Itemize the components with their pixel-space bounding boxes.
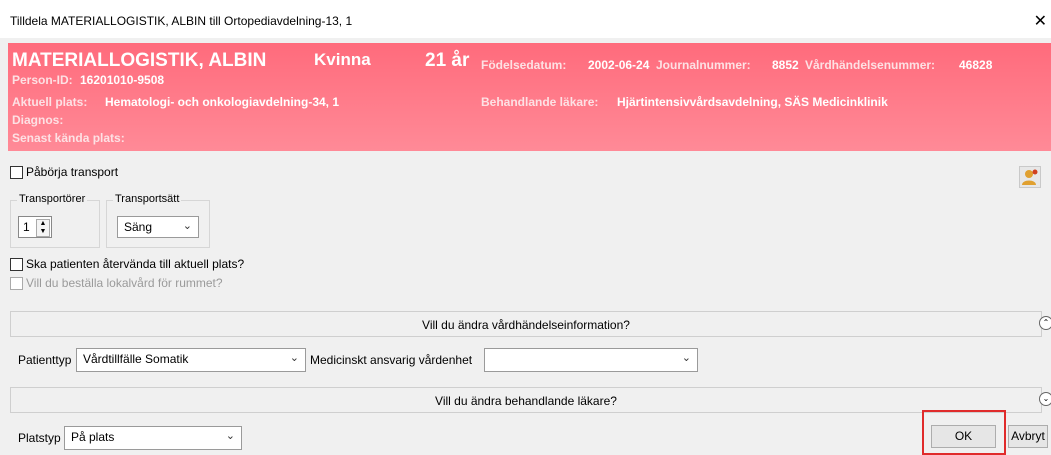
place-value: Hematologi- och onkologiavdelning-34, 1 <box>105 95 340 109</box>
chevron-down-icon: ⌄ <box>289 352 299 364</box>
return-box[interactable] <box>10 257 23 271</box>
chevron-down-icon: ⌄ <box>681 352 691 364</box>
patient-type-select[interactable]: Vårdtillfälle Somatik ⌄ <box>76 348 306 372</box>
window-title: Tilldela MATERIALLOGISTIK, ALBIN till Or… <box>10 14 353 28</box>
carriers-legend: Transportörer <box>17 193 88 205</box>
diagnosis-label: Diagnos: <box>12 113 64 127</box>
place-type-label: Platstyp <box>18 431 61 445</box>
event-value: 46828 <box>959 58 993 72</box>
patient-age: 21 år <box>425 50 470 71</box>
pid-value: 16201010-9508 <box>80 73 165 87</box>
stepper-arrows-icon[interactable]: ▲ ▼ <box>36 219 50 237</box>
start-transport-label: Påbörja transport <box>26 165 119 179</box>
dialog-content: Påbörja transport Transportörer 1 ▲ ▼ Tra… <box>8 151 1051 455</box>
patient-type-label: Patienttyp <box>18 353 72 367</box>
care-event-bar[interactable]: Vill du ändra vårdhändelseinformation? ⌃ <box>10 311 1051 337</box>
event-label: Vårdhändelsenummer: <box>805 58 936 72</box>
mode-select[interactable]: Säng ⌄ <box>117 216 199 238</box>
place-type-select[interactable]: På plats ⌄ <box>64 426 242 450</box>
mode-value: Säng <box>124 220 153 234</box>
user-icon[interactable] <box>1019 166 1041 188</box>
doctor-bar[interactable]: Vill du ändra behandlande läkare? ⌄ <box>10 387 1051 413</box>
place-label: Aktuell plats: <box>12 95 88 109</box>
last-place-label: Senast kända plats: <box>12 131 125 145</box>
chevron-down-icon: ⌄ <box>182 220 192 232</box>
ok-button[interactable]: OK <box>931 425 996 448</box>
care-event-bar-label: Vill du ändra vårdhändelseinformation? <box>422 318 630 332</box>
patient-gender: Kvinna <box>314 50 371 69</box>
journal-label: Journalnummer: <box>656 58 751 72</box>
local-care-label: Vill du beställa lokalvård för rummet? <box>26 276 223 290</box>
patient-type-value: Vårdtillfälle Somatik <box>83 352 189 366</box>
start-transport-box[interactable] <box>10 165 23 179</box>
local-care-checkbox: Vill du beställa lokalvård för rummet? <box>10 276 223 290</box>
cancel-button[interactable]: Avbryt <box>1008 425 1048 448</box>
pid-label: Person-ID: <box>12 73 73 87</box>
doctor-bar-label: Vill du ändra behandlande läkare? <box>435 394 617 408</box>
local-care-box <box>10 276 23 290</box>
carriers-value: 1 <box>23 220 30 234</box>
return-label: Ska patienten återvända till aktuell pla… <box>26 257 245 271</box>
birth-label: Födelsedatum: <box>481 58 567 72</box>
responsible-unit-label: Medicinskt ansvarig vårdenhet <box>310 353 473 367</box>
close-icon[interactable]: ✕ <box>1034 11 1047 31</box>
chevron-up-icon[interactable]: ⌃ <box>1039 316 1051 330</box>
window-titlebar: Tilldela MATERIALLOGISTIK, ALBIN till Or… <box>0 0 1051 38</box>
birth-value: 2002-06-24 <box>588 58 650 72</box>
carriers-group: Transportörer 1 ▲ ▼ <box>10 193 100 248</box>
chevron-down-icon[interactable]: ⌄ <box>1039 392 1051 406</box>
carriers-stepper[interactable]: 1 ▲ ▼ <box>18 216 52 238</box>
start-transport-checkbox[interactable]: Påbörja transport <box>10 165 118 179</box>
place-type-value: På plats <box>71 430 115 444</box>
responsible-unit-select[interactable]: ⌄ <box>484 348 698 372</box>
journal-value: 8852 <box>772 58 799 72</box>
mode-group: Transportsätt Säng ⌄ <box>106 193 210 248</box>
chevron-down-icon: ⌄ <box>225 430 235 442</box>
patient-name: MATERIALLOGISTIK, ALBIN <box>12 50 267 71</box>
return-checkbox[interactable]: Ska patienten återvända till aktuell pla… <box>10 257 244 271</box>
doctor-value: Hjärtintensivvårdsavdelning, SÄS Medicin… <box>617 95 888 109</box>
doctor-label: Behandlande läkare: <box>481 95 599 109</box>
patient-header: MATERIALLOGISTIK, ALBIN Kvinna 21 år Föd… <box>8 43 1051 151</box>
mode-legend: Transportsätt <box>113 193 182 205</box>
